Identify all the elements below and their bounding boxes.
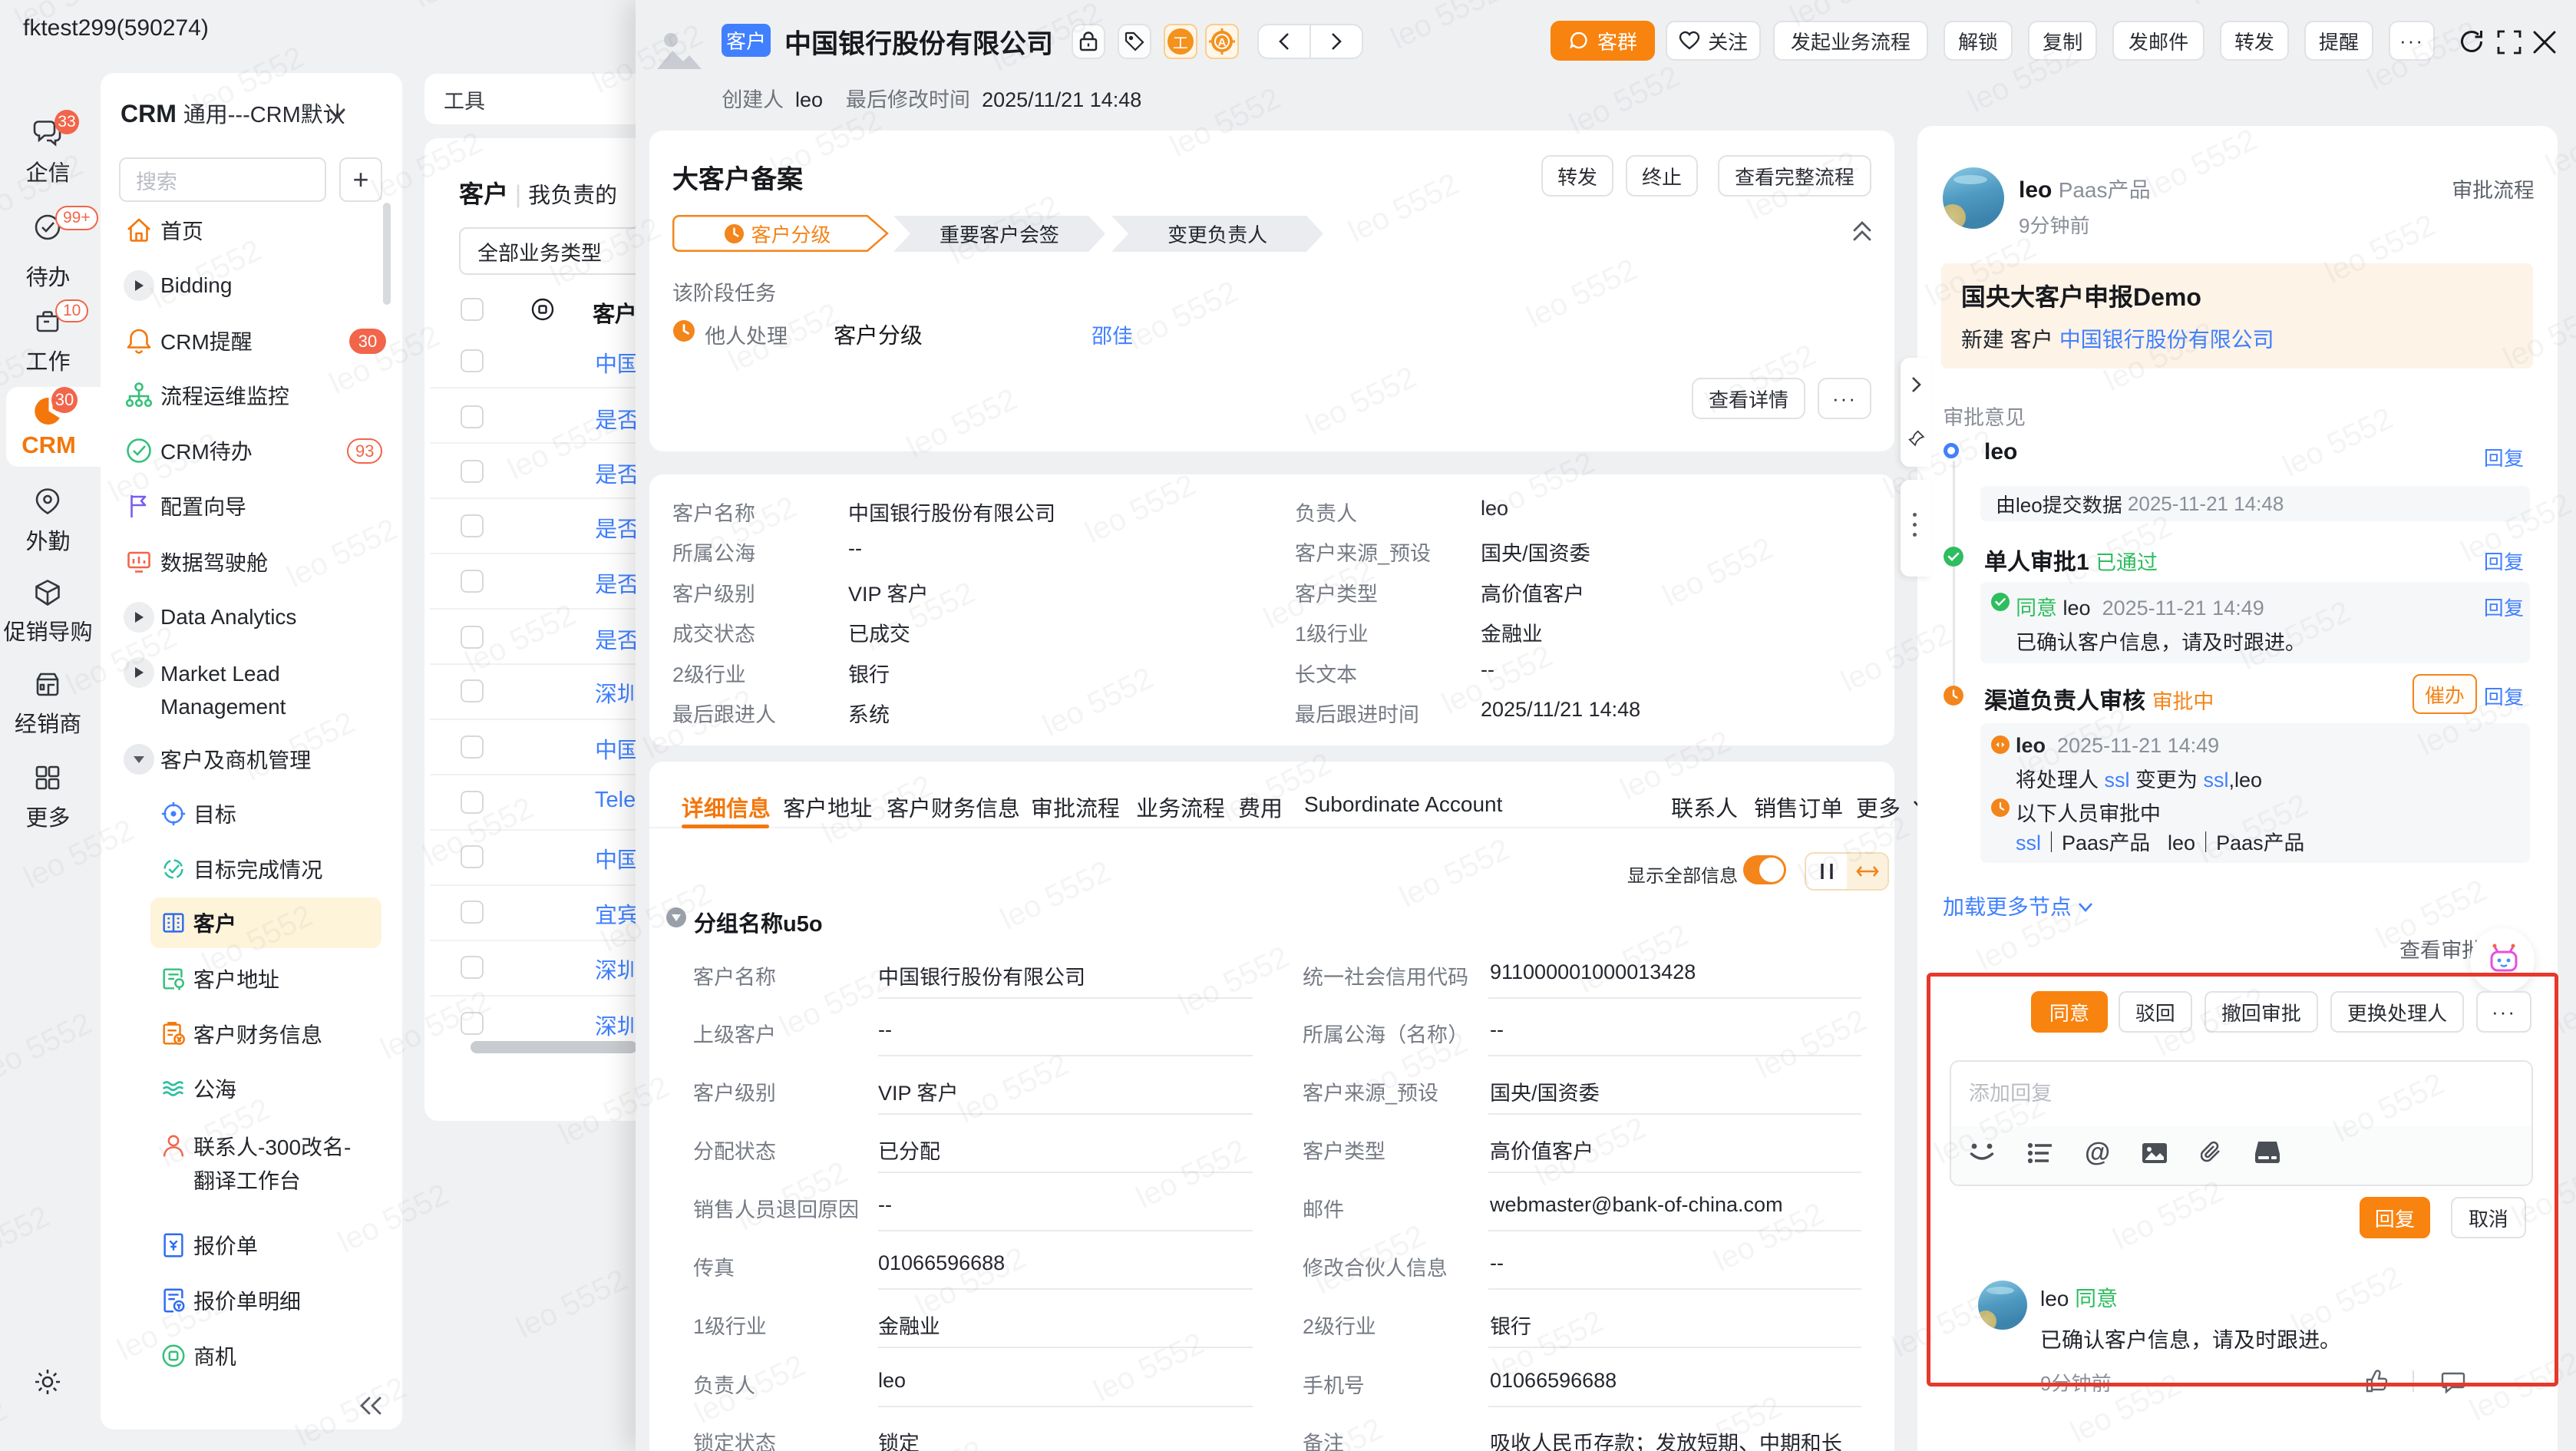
svg-text:A: A [1218,36,1227,49]
